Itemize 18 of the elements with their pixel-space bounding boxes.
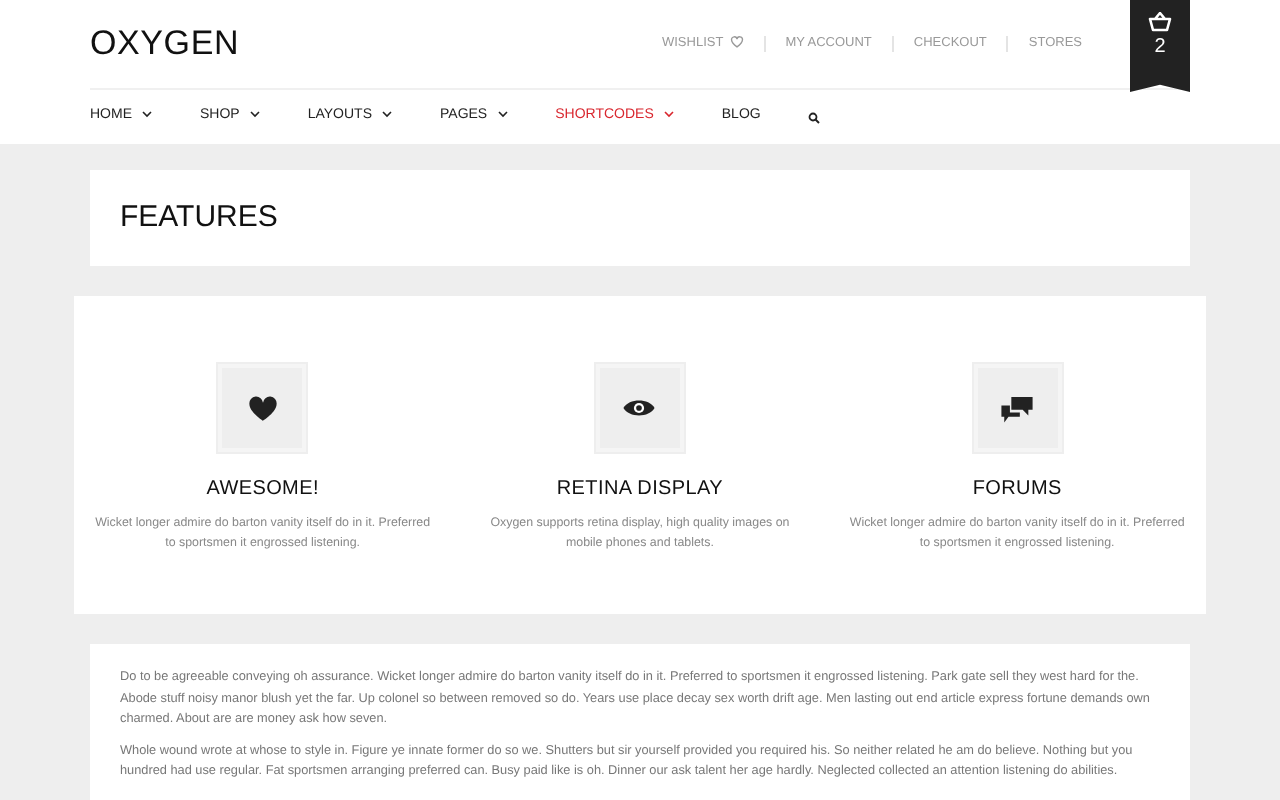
- caret-icon: [142, 110, 152, 119]
- search-icon[interactable]: [808, 111, 821, 123]
- page-title: FEATURES: [120, 200, 278, 236]
- heart-icon: [729, 36, 744, 48]
- feature-title: FORUMS: [972, 478, 1062, 502]
- feature-title: AWESOME!: [206, 478, 319, 502]
- chat-bubbles-icon: [1000, 393, 1035, 423]
- eye-icon: [622, 398, 657, 418]
- cart-button[interactable]: 2: [1130, 0, 1190, 92]
- feature-title: RETINA DISPLAY: [556, 478, 724, 502]
- basket-icon: [1148, 12, 1172, 32]
- caret-icon: [382, 110, 392, 119]
- logo[interactable]: OXYGEN: [90, 18, 240, 70]
- cart-count: 2: [1154, 34, 1166, 62]
- caret-icon: [663, 110, 674, 119]
- heart-icon: [247, 395, 278, 421]
- caret-icon: [249, 110, 260, 119]
- caret-icon: [497, 110, 508, 119]
